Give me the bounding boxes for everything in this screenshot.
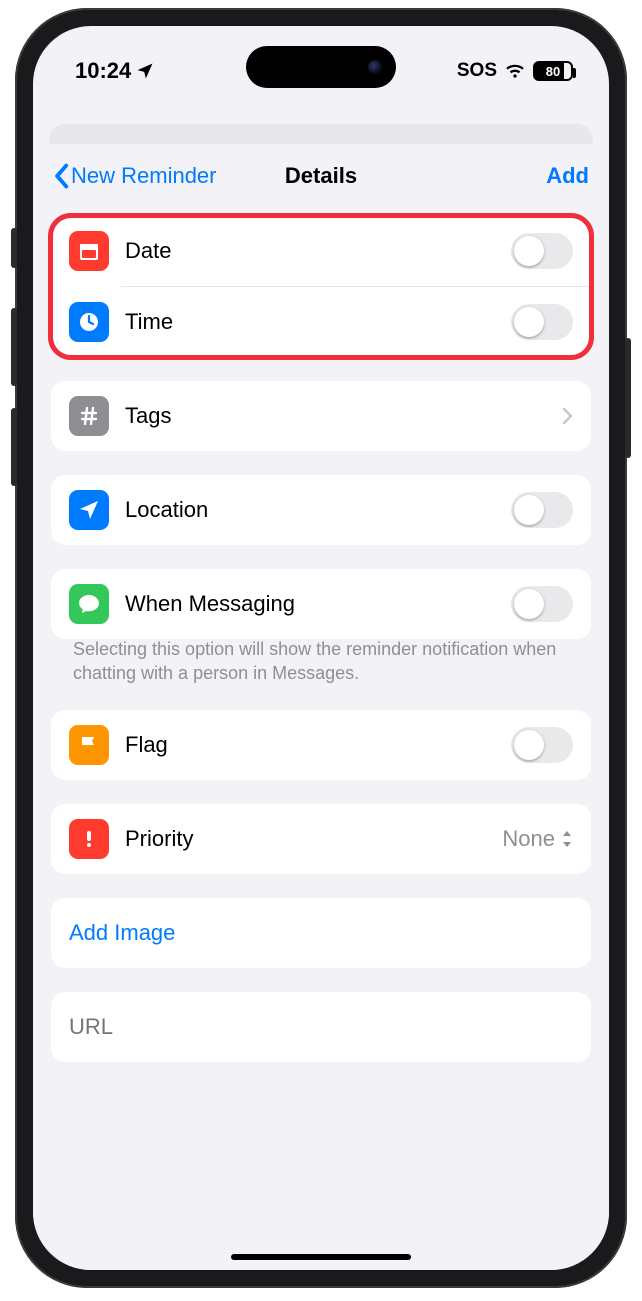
hashtag-icon [69, 396, 109, 436]
url-row[interactable] [51, 992, 591, 1062]
priority-label: Priority [125, 826, 486, 852]
priority-value: None [502, 826, 555, 852]
side-button [11, 228, 17, 268]
tags-label: Tags [125, 403, 545, 429]
flag-row[interactable]: Flag [51, 710, 591, 780]
messaging-row[interactable]: When Messaging [51, 569, 591, 639]
flag-icon [69, 725, 109, 765]
phone-screen: 10:24 SOS 80 New Reminder Details Add [33, 26, 609, 1270]
details-sheet: New Reminder Details Add Date [33, 144, 609, 1270]
nav-bar: New Reminder Details Add [33, 144, 609, 208]
url-group [51, 992, 591, 1062]
flag-toggle[interactable] [511, 727, 573, 763]
battery-icon: 80 [533, 61, 573, 81]
date-row[interactable]: Date [51, 216, 591, 286]
front-camera [368, 60, 382, 74]
date-label: Date [125, 238, 495, 264]
priority-group: Priority None [51, 804, 591, 874]
tags-group: Tags [51, 381, 591, 451]
chevron-right-icon [561, 406, 573, 426]
volume-down-button [11, 408, 17, 486]
location-icon [69, 490, 109, 530]
messaging-toggle[interactable] [511, 586, 573, 622]
chevron-left-icon [53, 163, 69, 189]
status-time: 10:24 [75, 58, 131, 84]
message-icon [69, 584, 109, 624]
priority-icon [69, 819, 109, 859]
back-label: New Reminder [71, 163, 217, 189]
clock-icon [69, 302, 109, 342]
messaging-note: Selecting this option will show the remi… [51, 637, 591, 686]
add-image-group: Add Image [51, 898, 591, 968]
add-image-row[interactable]: Add Image [51, 898, 591, 968]
date-time-group: Date Time [51, 216, 591, 357]
power-button [625, 338, 631, 458]
phone-frame: 10:24 SOS 80 New Reminder Details Add [15, 8, 627, 1288]
wifi-icon [505, 61, 525, 81]
location-label: Location [125, 497, 495, 523]
messaging-group: When Messaging [51, 569, 591, 639]
url-input[interactable] [69, 1014, 573, 1040]
flag-group: Flag [51, 710, 591, 780]
location-row[interactable]: Location [51, 475, 591, 545]
updown-icon [561, 830, 573, 848]
tags-row[interactable]: Tags [51, 381, 591, 451]
volume-up-button [11, 308, 17, 386]
time-row[interactable]: Time [51, 287, 591, 357]
priority-row[interactable]: Priority None [51, 804, 591, 874]
time-label: Time [125, 309, 495, 335]
back-button[interactable]: New Reminder [53, 163, 217, 189]
add-image-label: Add Image [69, 920, 573, 946]
flag-label: Flag [125, 732, 495, 758]
sheet-content: Date Time [33, 208, 609, 1062]
messaging-label: When Messaging [125, 591, 495, 617]
calendar-icon [69, 231, 109, 271]
home-indicator[interactable] [231, 1254, 411, 1260]
location-group: Location [51, 475, 591, 545]
add-button[interactable]: Add [546, 163, 589, 189]
dynamic-island [246, 46, 396, 88]
time-toggle[interactable] [511, 304, 573, 340]
location-arrow-icon [135, 61, 155, 81]
priority-value-wrap: None [502, 826, 573, 852]
location-toggle[interactable] [511, 492, 573, 528]
status-sos: SOS [457, 60, 497, 82]
date-toggle[interactable] [511, 233, 573, 269]
battery-level: 80 [535, 64, 571, 79]
